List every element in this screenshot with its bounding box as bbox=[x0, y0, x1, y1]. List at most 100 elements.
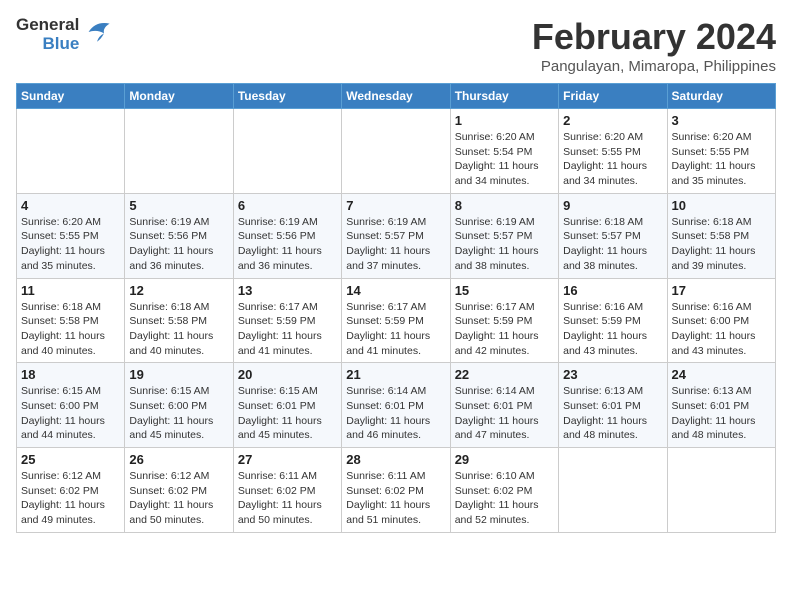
day-info: Sunrise: 6:18 AMSunset: 5:58 PMDaylight:… bbox=[129, 300, 228, 359]
weekday-header: Thursday bbox=[450, 84, 558, 109]
weekday-header: Sunday bbox=[17, 84, 125, 109]
day-info: Sunrise: 6:20 AMSunset: 5:55 PMDaylight:… bbox=[21, 215, 120, 274]
calendar-week-row: 25 Sunrise: 6:12 AMSunset: 6:02 PMDayligh… bbox=[17, 448, 776, 533]
calendar-cell: 19 Sunrise: 6:15 AMSunset: 6:00 PMDayligh… bbox=[125, 363, 233, 448]
logo: General Blue bbox=[16, 16, 111, 53]
day-info: Sunrise: 6:20 AMSunset: 5:55 PMDaylight:… bbox=[563, 130, 662, 189]
calendar-cell: 11 Sunrise: 6:18 AMSunset: 5:58 PMDayligh… bbox=[17, 278, 125, 363]
calendar-cell: 26 Sunrise: 6:12 AMSunset: 6:02 PMDayligh… bbox=[125, 448, 233, 533]
day-info: Sunrise: 6:18 AMSunset: 5:57 PMDaylight:… bbox=[563, 215, 662, 274]
day-info: Sunrise: 6:18 AMSunset: 5:58 PMDaylight:… bbox=[672, 215, 771, 274]
calendar-cell: 18 Sunrise: 6:15 AMSunset: 6:00 PMDayligh… bbox=[17, 363, 125, 448]
day-number: 13 bbox=[238, 283, 337, 298]
day-number: 22 bbox=[455, 367, 554, 382]
day-info: Sunrise: 6:18 AMSunset: 5:58 PMDaylight:… bbox=[21, 300, 120, 359]
day-number: 23 bbox=[563, 367, 662, 382]
day-info: Sunrise: 6:13 AMSunset: 6:01 PMDaylight:… bbox=[563, 384, 662, 443]
calendar-cell bbox=[233, 109, 341, 194]
calendar-cell bbox=[125, 109, 233, 194]
calendar-week-row: 11 Sunrise: 6:18 AMSunset: 5:58 PMDayligh… bbox=[17, 278, 776, 363]
day-number: 3 bbox=[672, 113, 771, 128]
calendar-cell: 2 Sunrise: 6:20 AMSunset: 5:55 PMDaylight… bbox=[559, 109, 667, 194]
logo-bird-icon bbox=[83, 18, 111, 51]
calendar-cell: 25 Sunrise: 6:12 AMSunset: 6:02 PMDayligh… bbox=[17, 448, 125, 533]
day-info: Sunrise: 6:16 AMSunset: 5:59 PMDaylight:… bbox=[563, 300, 662, 359]
day-info: Sunrise: 6:14 AMSunset: 6:01 PMDaylight:… bbox=[455, 384, 554, 443]
day-number: 21 bbox=[346, 367, 445, 382]
day-info: Sunrise: 6:20 AMSunset: 5:55 PMDaylight:… bbox=[672, 130, 771, 189]
day-info: Sunrise: 6:12 AMSunset: 6:02 PMDaylight:… bbox=[129, 469, 228, 528]
day-info: Sunrise: 6:11 AMSunset: 6:02 PMDaylight:… bbox=[346, 469, 445, 528]
day-number: 19 bbox=[129, 367, 228, 382]
calendar-cell: 3 Sunrise: 6:20 AMSunset: 5:55 PMDaylight… bbox=[667, 109, 775, 194]
location-title: Pangulayan, Mimaropa, Philippines bbox=[532, 58, 776, 75]
calendar-cell: 13 Sunrise: 6:17 AMSunset: 5:59 PMDayligh… bbox=[233, 278, 341, 363]
day-info: Sunrise: 6:13 AMSunset: 6:01 PMDaylight:… bbox=[672, 384, 771, 443]
day-info: Sunrise: 6:19 AMSunset: 5:56 PMDaylight:… bbox=[238, 215, 337, 274]
calendar-cell: 8 Sunrise: 6:19 AMSunset: 5:57 PMDaylight… bbox=[450, 193, 558, 278]
day-number: 26 bbox=[129, 452, 228, 467]
day-info: Sunrise: 6:17 AMSunset: 5:59 PMDaylight:… bbox=[455, 300, 554, 359]
day-number: 11 bbox=[21, 283, 120, 298]
day-number: 10 bbox=[672, 198, 771, 213]
day-info: Sunrise: 6:15 AMSunset: 6:00 PMDaylight:… bbox=[21, 384, 120, 443]
calendar-week-row: 4 Sunrise: 6:20 AMSunset: 5:55 PMDaylight… bbox=[17, 193, 776, 278]
day-info: Sunrise: 6:19 AMSunset: 5:57 PMDaylight:… bbox=[346, 215, 445, 274]
calendar-cell: 28Sunrise: 6:11 AMSunset: 6:02 PMDayligh… bbox=[342, 448, 450, 533]
calendar-week-row: 1 Sunrise: 6:20 AMSunset: 5:54 PMDaylight… bbox=[17, 109, 776, 194]
page-header: General Blue February 2024 Pangulayan, M… bbox=[16, 16, 776, 75]
day-number: 14 bbox=[346, 283, 445, 298]
day-info: Sunrise: 6:14 AMSunset: 6:01 PMDaylight:… bbox=[346, 384, 445, 443]
logo-line2: Blue bbox=[42, 35, 79, 54]
calendar-cell: 24 Sunrise: 6:13 AMSunset: 6:01 PMDayligh… bbox=[667, 363, 775, 448]
calendar-cell: 10 Sunrise: 6:18 AMSunset: 5:58 PMDayligh… bbox=[667, 193, 775, 278]
weekday-header: Wednesday bbox=[342, 84, 450, 109]
calendar-cell: 16 Sunrise: 6:16 AMSunset: 5:59 PMDayligh… bbox=[559, 278, 667, 363]
day-number: 27 bbox=[238, 452, 337, 467]
title-area: February 2024 Pangulayan, Mimaropa, Phil… bbox=[532, 16, 776, 75]
calendar-cell bbox=[559, 448, 667, 533]
day-info: Sunrise: 6:19 AMSunset: 5:56 PMDaylight:… bbox=[129, 215, 228, 274]
day-number: 29 bbox=[455, 452, 554, 467]
calendar-cell: 12 Sunrise: 6:18 AMSunset: 5:58 PMDayligh… bbox=[125, 278, 233, 363]
weekday-header: Tuesday bbox=[233, 84, 341, 109]
day-number: 15 bbox=[455, 283, 554, 298]
calendar-cell bbox=[17, 109, 125, 194]
day-number: 6 bbox=[238, 198, 337, 213]
calendar-cell: 5 Sunrise: 6:19 AMSunset: 5:56 PMDaylight… bbox=[125, 193, 233, 278]
month-title: February 2024 bbox=[532, 16, 776, 58]
day-number: 1 bbox=[455, 113, 554, 128]
day-number: 2 bbox=[563, 113, 662, 128]
day-info: Sunrise: 6:20 AMSunset: 5:54 PMDaylight:… bbox=[455, 130, 554, 189]
day-number: 12 bbox=[129, 283, 228, 298]
weekday-header: Saturday bbox=[667, 84, 775, 109]
calendar-cell: 6 Sunrise: 6:19 AMSunset: 5:56 PMDaylight… bbox=[233, 193, 341, 278]
calendar-cell bbox=[342, 109, 450, 194]
calendar-cell bbox=[667, 448, 775, 533]
calendar-cell: 1 Sunrise: 6:20 AMSunset: 5:54 PMDaylight… bbox=[450, 109, 558, 194]
day-info: Sunrise: 6:17 AMSunset: 5:59 PMDaylight:… bbox=[238, 300, 337, 359]
day-info: Sunrise: 6:12 AMSunset: 6:02 PMDaylight:… bbox=[21, 469, 120, 528]
day-number: 8 bbox=[455, 198, 554, 213]
day-number: 9 bbox=[563, 198, 662, 213]
calendar-table: SundayMondayTuesdayWednesdayThursdayFrid… bbox=[16, 83, 776, 533]
calendar-cell: 27Sunrise: 6:11 AMSunset: 6:02 PMDayligh… bbox=[233, 448, 341, 533]
day-info: Sunrise: 6:19 AMSunset: 5:57 PMDaylight:… bbox=[455, 215, 554, 274]
day-number: 7 bbox=[346, 198, 445, 213]
calendar-cell: 9 Sunrise: 6:18 AMSunset: 5:57 PMDaylight… bbox=[559, 193, 667, 278]
day-number: 20 bbox=[238, 367, 337, 382]
calendar-header-row: SundayMondayTuesdayWednesdayThursdayFrid… bbox=[17, 84, 776, 109]
day-number: 18 bbox=[21, 367, 120, 382]
day-info: Sunrise: 6:15 AMSunset: 6:01 PMDaylight:… bbox=[238, 384, 337, 443]
calendar-cell: 14Sunrise: 6:17 AMSunset: 5:59 PMDayligh… bbox=[342, 278, 450, 363]
day-number: 24 bbox=[672, 367, 771, 382]
logo-line1: General bbox=[16, 16, 79, 35]
calendar-cell: 22 Sunrise: 6:14 AMSunset: 6:01 PMDayligh… bbox=[450, 363, 558, 448]
day-number: 25 bbox=[21, 452, 120, 467]
day-number: 5 bbox=[129, 198, 228, 213]
calendar-cell: 7 Sunrise: 6:19 AMSunset: 5:57 PMDaylight… bbox=[342, 193, 450, 278]
day-info: Sunrise: 6:15 AMSunset: 6:00 PMDaylight:… bbox=[129, 384, 228, 443]
calendar-week-row: 18 Sunrise: 6:15 AMSunset: 6:00 PMDayligh… bbox=[17, 363, 776, 448]
day-number: 4 bbox=[21, 198, 120, 213]
day-number: 16 bbox=[563, 283, 662, 298]
